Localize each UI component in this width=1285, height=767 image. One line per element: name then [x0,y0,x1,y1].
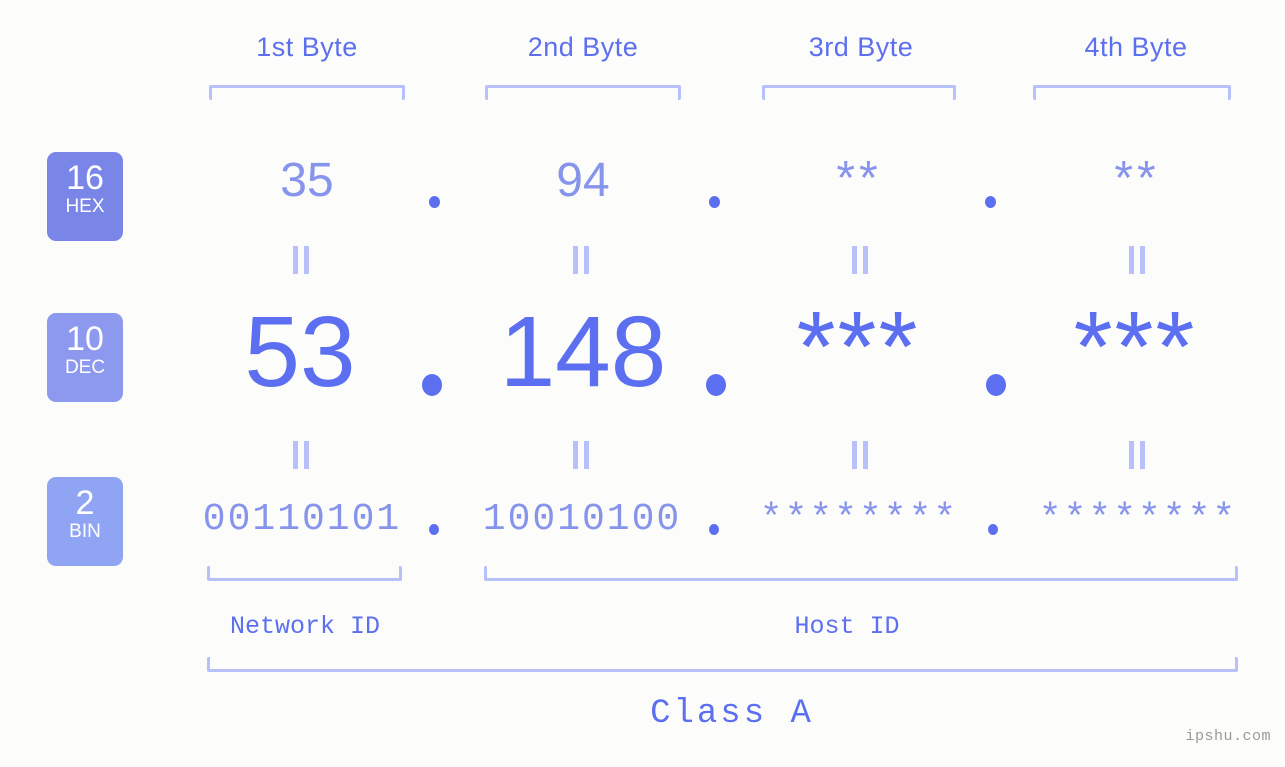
hex-octet-2: 94 [556,154,610,207]
dec-separator-dot-1 [422,374,442,396]
hex-separator-dot-2 [709,196,720,208]
hex-octet-4: ** [1114,152,1160,205]
hex-separator-dot-3 [985,196,996,208]
site-watermark: ipshu.com [1185,728,1271,745]
hex-octet-1: 35 [280,154,334,207]
byte-header-label-4: 4th Byte [1084,32,1188,62]
byte-bracket-top-3 [762,85,956,100]
host-id-label: Host ID [794,612,900,641]
base-badge-dec: 10 DEC [47,313,123,402]
byte-header-label-3: 3rd Byte [808,32,914,62]
equals-connector-hex-dec-1 [290,246,312,274]
dec-separator-dot-2 [706,374,726,396]
equals-connector-dec-bin-1 [290,441,312,469]
bin-separator-dot-2 [709,524,719,535]
base-badge-bin-label: BIN [69,521,101,542]
host-id-bracket [484,566,1238,581]
hex-separator-dot-1 [429,196,440,208]
ip-address-breakdown-diagram: 1st Byte 2nd Byte 3rd Byte 4th Byte 16 H… [0,0,1285,767]
class-bracket [207,657,1238,672]
bin-octet-1: 00110101 [202,498,402,541]
dec-octet-2: 148 [499,296,667,408]
bin-separator-dot-1 [429,524,439,535]
base-badge-hex: 16 HEX [47,152,123,241]
equals-connector-dec-bin-3 [849,441,871,469]
byte-header-label-2: 2nd Byte [527,32,639,62]
bin-separator-dot-3 [988,524,998,535]
byte-header-label-1: 1st Byte [256,32,358,62]
hex-octet-3: ** [836,152,882,205]
byte-bracket-top-4 [1033,85,1231,100]
bin-octet-2: 10010100 [482,498,682,541]
base-badge-hex-number: 16 [66,159,104,197]
dec-separator-dot-3 [986,374,1006,396]
base-badge-dec-number: 10 [66,320,104,358]
base-badge-bin-number: 2 [75,484,95,522]
network-id-bracket [207,566,402,581]
equals-connector-dec-bin-2 [570,441,592,469]
equals-connector-hex-dec-3 [849,246,871,274]
bin-octet-4: ******** [1038,498,1238,541]
equals-connector-hex-dec-2 [570,246,592,274]
bin-octet-3: ******** [759,498,959,541]
byte-bracket-top-2 [485,85,681,100]
dec-octet-1: 53 [244,296,356,408]
byte-bracket-top-1 [209,85,405,100]
base-badge-bin: 2 BIN [47,477,123,566]
dec-octet-3: *** [796,291,920,403]
dec-octet-4: *** [1073,291,1197,403]
base-badge-dec-label: DEC [64,357,106,378]
base-badge-hex-label: HEX [65,196,105,217]
network-id-label: Network ID [229,612,381,641]
class-label: Class A [650,695,814,733]
equals-connector-dec-bin-4 [1126,441,1148,469]
equals-connector-hex-dec-4 [1126,246,1148,274]
